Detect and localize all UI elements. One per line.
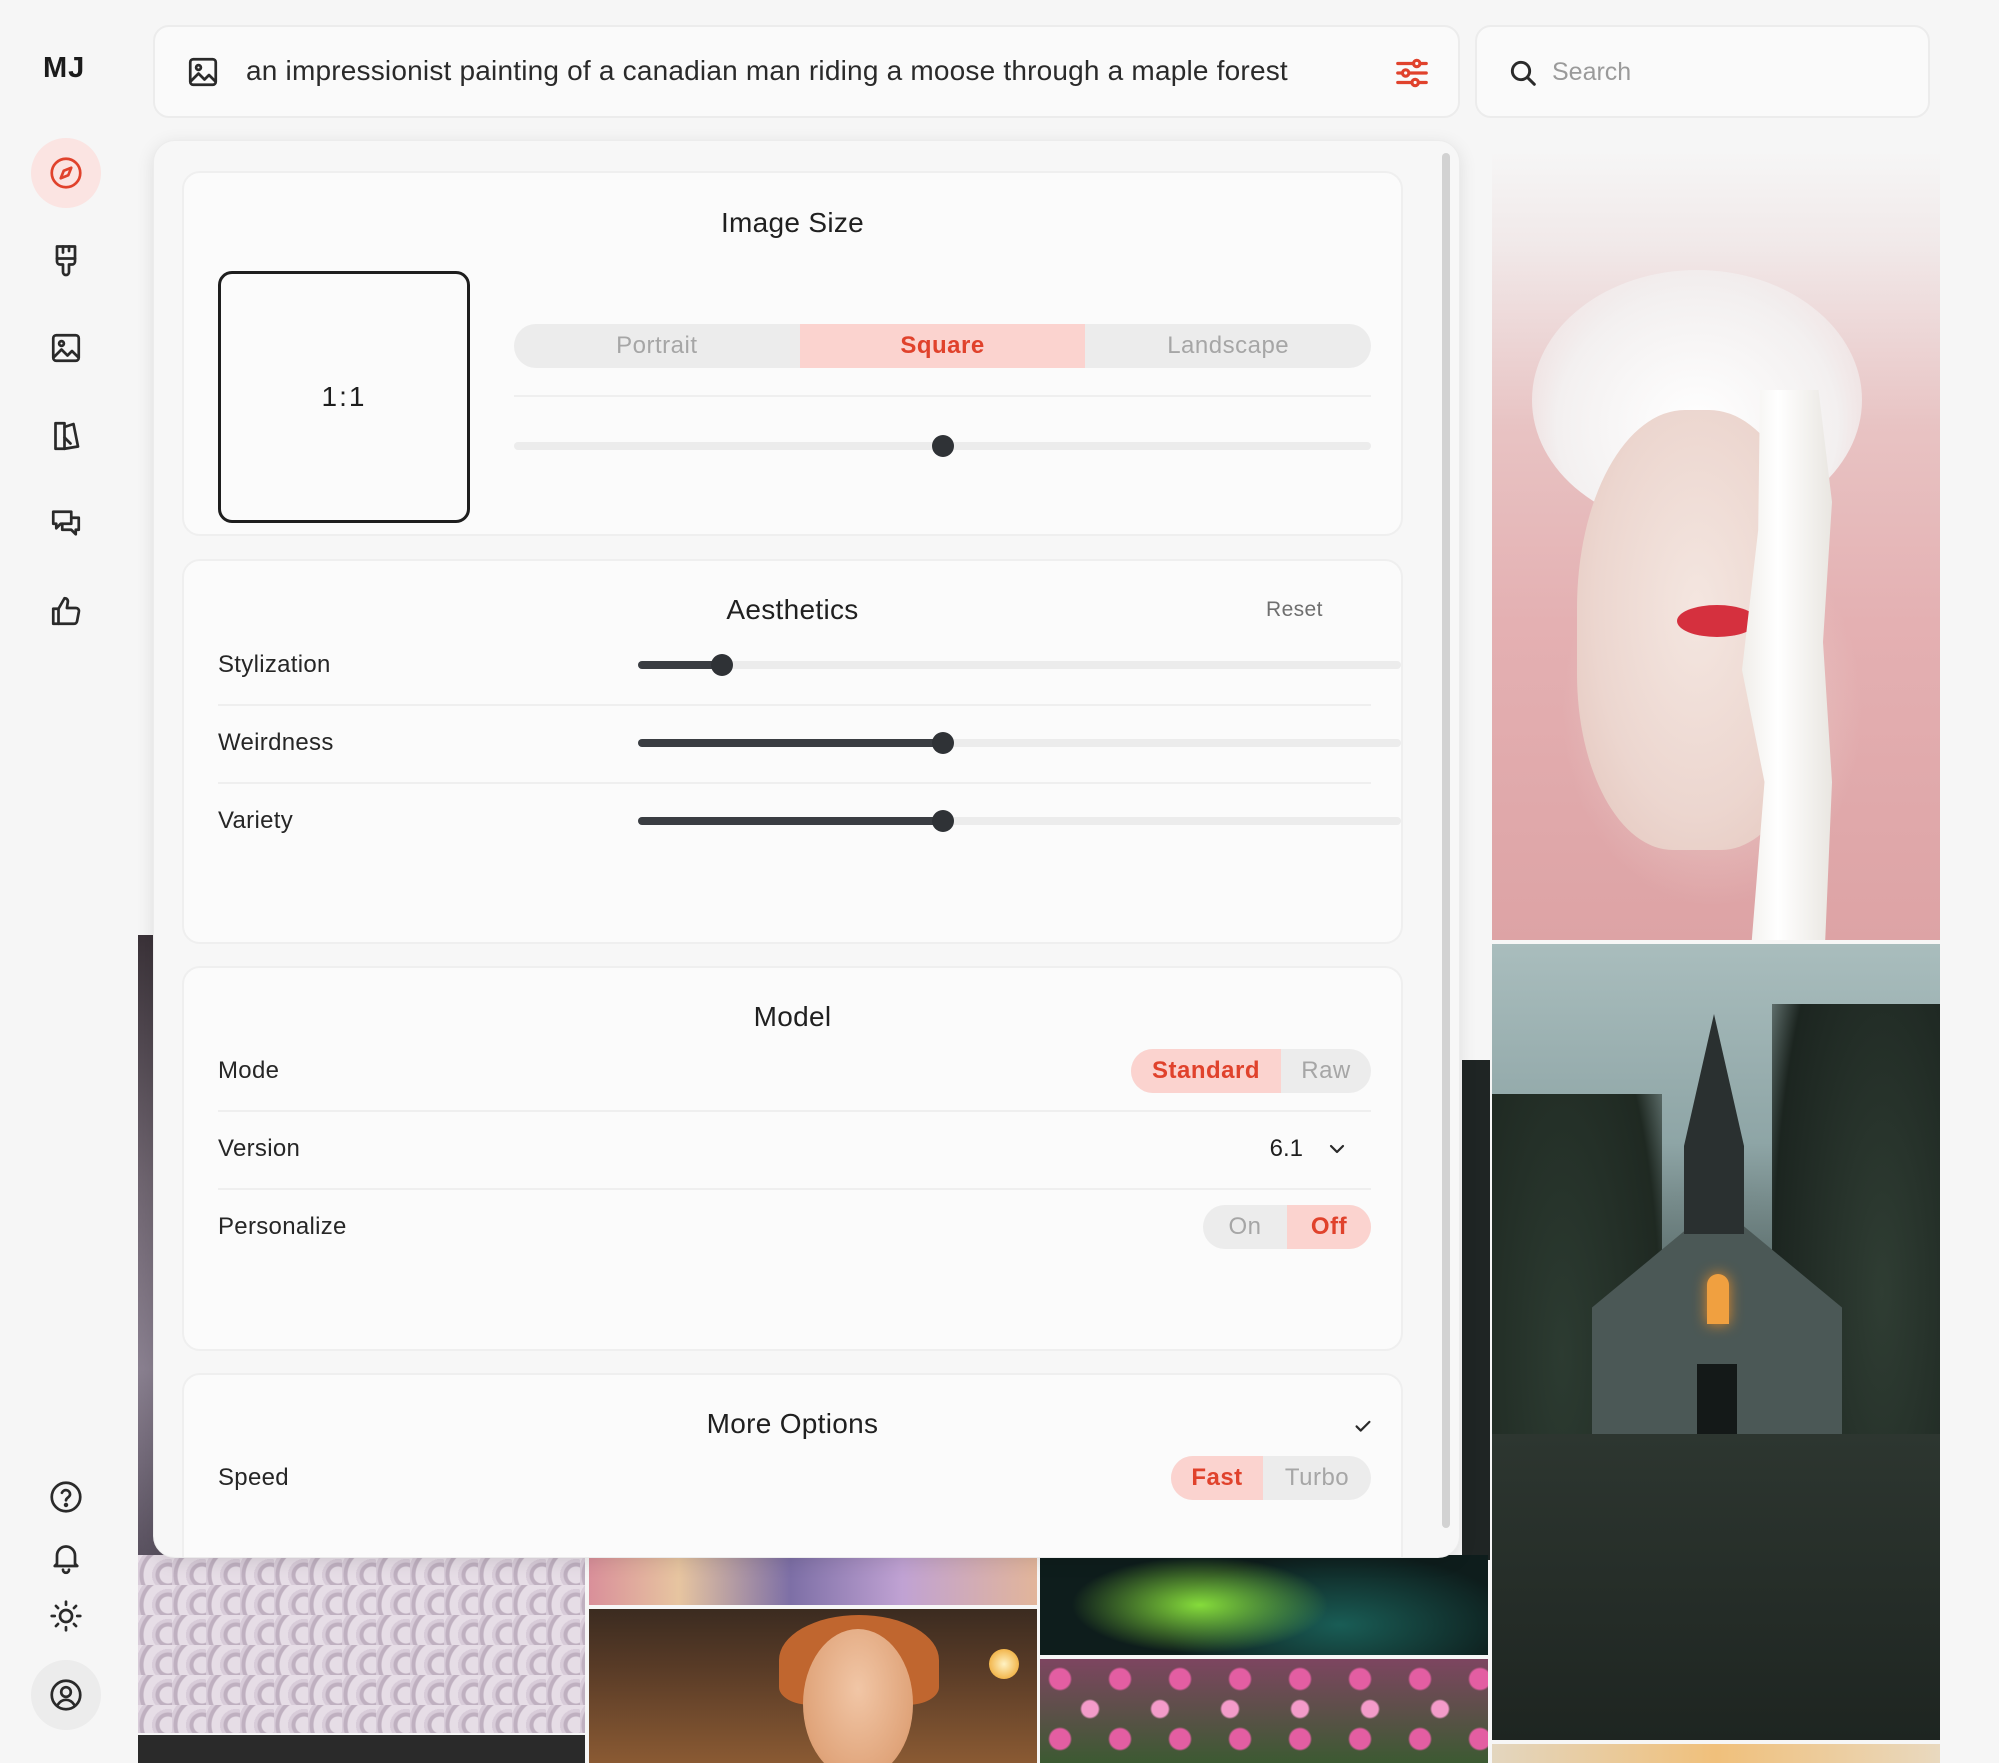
paintbrush-icon	[55, 245, 77, 277]
personalize-on[interactable]: On	[1203, 1205, 1287, 1249]
checkmark-icon[interactable]	[1352, 1415, 1374, 1437]
gallery-image-partial-dark[interactable]	[1462, 1060, 1490, 1560]
chat-icon	[51, 510, 81, 536]
weirdness-slider-thumb[interactable]	[932, 732, 955, 754]
thumbs-up-icon	[51, 596, 81, 626]
version-label: Version	[218, 1135, 301, 1162]
app-root: MJ an impressionist painting of a canadi…	[0, 0, 1999, 1763]
settings-panel: Image Size 1:1 Portrait Square Landscape…	[153, 140, 1460, 1558]
aspect-ratio-preview[interactable]: 1:1	[218, 271, 470, 523]
search-bar	[1475, 25, 1930, 118]
church-ground	[1492, 1434, 1940, 1740]
variety-slider[interactable]	[638, 810, 1401, 832]
version-row[interactable]: Version 6.1	[218, 1110, 1371, 1188]
speed-label: Speed	[218, 1464, 289, 1491]
speed-turbo[interactable]: Turbo	[1263, 1456, 1371, 1500]
account-icon	[50, 1679, 82, 1711]
stylization-slider[interactable]	[638, 654, 1401, 676]
speed-fast[interactable]: Fast	[1171, 1456, 1263, 1500]
orientation-portrait[interactable]: Portrait	[514, 324, 800, 368]
stylization-slider-thumb[interactable]	[710, 654, 733, 676]
variety-row: Variety	[218, 782, 1401, 860]
stylization-row: Stylization	[218, 626, 1401, 704]
image-size-title: Image Size	[720, 207, 865, 238]
compass-icon	[50, 157, 82, 189]
church-door	[1697, 1364, 1737, 1434]
more-options-card: More Options Speed Fast Turbo	[182, 1373, 1403, 1557]
orientation-landscape[interactable]: Landscape	[1085, 324, 1371, 368]
sidebar-item-create[interactable]	[31, 225, 101, 295]
personalize-label: Personalize	[218, 1213, 347, 1240]
personalize-off[interactable]: Off	[1287, 1205, 1371, 1249]
gallery-image-cartoon-girl[interactable]	[589, 1609, 1037, 1763]
sidebar-item-personalize[interactable]	[31, 401, 101, 471]
sidebar-item-theme[interactable]	[31, 1581, 101, 1651]
speed-row: Speed Fast Turbo	[218, 1439, 1371, 1517]
stylization-slider-fill	[638, 661, 722, 669]
orientation-selector: Portrait Square Landscape	[514, 324, 1371, 368]
girl-lamp	[989, 1649, 1019, 1679]
stylization-label: Stylization	[218, 651, 331, 678]
gallery-image-flowers[interactable]	[1040, 1659, 1488, 1763]
prompt-input[interactable]: an impressionist painting of a canadian …	[246, 55, 1288, 87]
image-size-card: Image Size 1:1 Portrait Square Landscape	[182, 171, 1403, 536]
variety-label: Variety	[218, 807, 294, 834]
speed-selector: Fast Turbo	[1171, 1456, 1371, 1500]
aspect-ratio-slider-thumb[interactable]	[931, 435, 954, 457]
weirdness-row: Weirdness	[218, 704, 1401, 782]
image-icon	[51, 333, 81, 363]
chevron-down-icon[interactable]	[1325, 1137, 1349, 1161]
mode-raw[interactable]: Raw	[1281, 1049, 1371, 1093]
weirdness-slider[interactable]	[638, 732, 1401, 754]
gallery-image-aurora[interactable]	[1040, 1555, 1488, 1655]
help-icon	[50, 1481, 82, 1513]
sidebar-item-explore[interactable]	[31, 138, 101, 208]
mode-selector: Standard Raw	[1131, 1049, 1371, 1093]
personalize-toggle: On Off	[1203, 1205, 1371, 1249]
sun-icon	[50, 1600, 82, 1632]
app-logo[interactable]: MJ	[43, 52, 85, 85]
search-input[interactable]	[1552, 49, 1892, 95]
aesthetics-title: Aesthetics	[726, 594, 859, 625]
sidebar-item-organize[interactable]	[31, 313, 101, 383]
panel-scrollbar[interactable]	[1442, 153, 1450, 1528]
more-options-title[interactable]: More Options	[184, 1408, 1401, 1440]
bell-icon	[53, 1545, 79, 1575]
weirdness-slider-fill	[638, 739, 944, 747]
sliders-icon[interactable]	[1392, 54, 1432, 92]
gallery-image-church[interactable]	[1492, 944, 1940, 1740]
variety-slider-fill	[638, 817, 944, 825]
gallery-image-portrait[interactable]	[1492, 150, 1940, 940]
sidebar-item-rank[interactable]	[31, 576, 101, 646]
version-value[interactable]: 6.1	[1270, 1135, 1303, 1163]
variety-slider-thumb[interactable]	[932, 810, 955, 832]
sidebar-item-account[interactable]	[31, 1660, 101, 1730]
gallery-image-comic[interactable]	[589, 1555, 1037, 1605]
gallery-image-knit[interactable]	[138, 1555, 585, 1733]
aesthetics-card: Aesthetics Reset Stylization Weirdness V…	[182, 559, 1403, 944]
aesthetics-reset-button[interactable]: Reset	[1266, 598, 1323, 622]
aspect-ratio-label: 1:1	[321, 381, 367, 412]
church-window	[1707, 1274, 1729, 1324]
model-card: Model Mode Standard Raw Version 6.1 Pers…	[182, 966, 1403, 1351]
sidebar-item-chat[interactable]	[31, 488, 101, 558]
add-image-icon[interactable]	[185, 54, 221, 90]
divider	[514, 395, 1371, 397]
orientation-square[interactable]: Square	[799, 324, 1086, 368]
gallery-image-partial-bottom[interactable]	[138, 1735, 585, 1763]
mode-row: Mode Standard Raw	[218, 1032, 1371, 1110]
personalize-row: Personalize On Off	[218, 1188, 1371, 1266]
model-title: Model	[753, 1001, 832, 1032]
mode-label: Mode	[218, 1057, 280, 1084]
portrait-lips	[1677, 605, 1757, 637]
prompt-bar[interactable]: an impressionist painting of a canadian …	[153, 25, 1460, 118]
church-steeple	[1684, 1014, 1744, 1234]
sidebar: MJ	[0, 0, 135, 1763]
search-icon	[1510, 60, 1536, 86]
book-icon	[54, 421, 80, 451]
gallery-image-partial-bottom-right[interactable]	[1492, 1744, 1940, 1763]
weirdness-label: Weirdness	[218, 729, 334, 756]
mode-standard[interactable]: Standard	[1131, 1049, 1281, 1093]
